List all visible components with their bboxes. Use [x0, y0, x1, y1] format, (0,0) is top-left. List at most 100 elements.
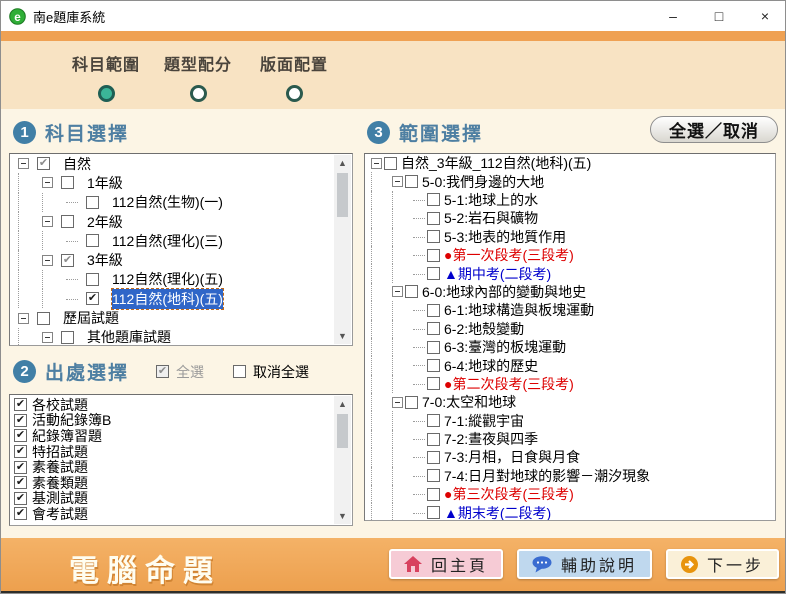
tree-item-label[interactable]: 自然_3年級_112自然(地科)(五)	[401, 153, 591, 173]
source-item-checkbox[interactable]: ✔	[14, 429, 27, 442]
source-item-checkbox[interactable]: ✔	[14, 398, 27, 411]
tree-item-label[interactable]: ▲期中考(二段考)	[444, 264, 551, 284]
tree-checkbox[interactable]	[427, 506, 440, 519]
tree-checkbox[interactable]	[427, 193, 440, 206]
scroll-up-icon[interactable]: ▲	[338, 155, 347, 171]
tree-item[interactable]: 其他題庫試題	[10, 328, 352, 346]
deselect-all-checkbox[interactable]	[233, 365, 246, 378]
tree-item-label[interactable]: 112自然(理化)(三)	[112, 231, 223, 251]
tree-item-label[interactable]: 112自然(理化)(五)	[112, 269, 223, 289]
tree-item[interactable]: ●第二次段考(三段考)	[365, 375, 775, 393]
tree-checkbox[interactable]	[427, 451, 440, 464]
tree-checkbox[interactable]	[86, 196, 99, 209]
tree-item[interactable]: 7-2:晝夜與四季	[365, 430, 775, 448]
tree-item[interactable]: 6-1:地球構造與板塊運動	[365, 301, 775, 319]
tree-item[interactable]: 自然_3年級_112自然(地科)(五)	[365, 154, 775, 172]
tree-item[interactable]: 112自然(理化)(五)	[10, 270, 352, 289]
tree-checkbox[interactable]	[427, 359, 440, 372]
tree-item-label[interactable]: 5-1:地球上的水	[444, 190, 538, 210]
tree-item-label[interactable]: 7-4:日月對地球的影響－潮汐現象	[444, 466, 650, 486]
help-button[interactable]: 輔助說明	[517, 549, 652, 579]
tree-checkbox[interactable]	[427, 433, 440, 446]
subject-tree-scrollbar[interactable]: ▲ ▼	[334, 155, 351, 344]
tree-item[interactable]: ●第三次段考(三段考)	[365, 485, 775, 503]
tree-item[interactable]: 2年級	[10, 212, 352, 231]
tree-item[interactable]: 6-3:臺灣的板塊運動	[365, 338, 775, 356]
maximize-button[interactable]: □	[709, 9, 729, 23]
source-item-checkbox[interactable]: ✔	[14, 492, 27, 505]
tree-item-label[interactable]: 112自然(生物)(一)	[112, 192, 223, 212]
tree-checkbox[interactable]	[86, 273, 99, 286]
scroll-up-icon[interactable]: ▲	[338, 396, 347, 412]
tree-item[interactable]: 7-4:日月對地球的影響－潮汐現象	[365, 467, 775, 485]
collapse-icon[interactable]	[42, 177, 53, 188]
tree-item-label[interactable]: 7-3:月相，日食與月食	[444, 447, 580, 467]
tree-item-label[interactable]: 6-3:臺灣的板塊運動	[444, 337, 566, 357]
minimize-button[interactable]: –	[663, 9, 683, 23]
tree-item-label[interactable]: 自然	[63, 154, 91, 174]
tree-item[interactable]: 歷屆試題	[10, 308, 352, 327]
source-item-checkbox[interactable]: ✔	[14, 476, 27, 489]
tree-item-label[interactable]: ●第一次段考(三段考)	[444, 245, 574, 265]
tree-item-label[interactable]: ●第二次段考(三段考)	[444, 374, 574, 394]
tree-item-label[interactable]: 2年級	[87, 212, 123, 232]
collapse-icon[interactable]	[18, 313, 29, 324]
collapse-icon[interactable]	[42, 216, 53, 227]
close-button[interactable]: ×	[755, 9, 775, 23]
tree-item[interactable]: ✔自然	[10, 154, 352, 173]
home-button[interactable]: 回主頁	[389, 549, 503, 579]
tree-checkbox[interactable]	[405, 285, 418, 298]
tree-checkbox[interactable]	[427, 230, 440, 243]
tree-item-label[interactable]: 112自然(地科)(五)	[112, 289, 223, 309]
tree-item[interactable]: 5-2:岩石與礦物	[365, 209, 775, 227]
source-item-checkbox[interactable]: ✔	[14, 461, 27, 474]
tree-item-label[interactable]: 5-0:我們身邊的大地	[422, 172, 544, 192]
tree-item[interactable]: ✔ 112自然(地科)(五)	[10, 289, 352, 308]
tree-item-label[interactable]: ▲期末考(二段考)	[444, 503, 551, 521]
tree-checkbox[interactable]	[427, 212, 440, 225]
tree-checkbox[interactable]	[384, 157, 397, 170]
tree-checkbox[interactable]: ✔	[86, 292, 99, 305]
tree-item[interactable]: ▲期末考(二段考)	[365, 503, 775, 521]
tree-checkbox[interactable]	[61, 176, 74, 189]
tree-item-label[interactable]: 歷屆試題	[63, 308, 119, 328]
tree-item[interactable]: ✔3年級	[10, 250, 352, 269]
tree-checkbox[interactable]	[427, 304, 440, 317]
tree-item[interactable]: ▲期中考(二段考)	[365, 264, 775, 282]
tree-checkbox[interactable]	[86, 234, 99, 247]
tree-checkbox[interactable]	[61, 215, 74, 228]
collapse-icon[interactable]	[371, 158, 382, 169]
collapse-icon[interactable]	[42, 255, 53, 266]
collapse-icon[interactable]	[392, 397, 403, 408]
tree-item-label[interactable]: 7-0:太空和地球	[422, 392, 516, 412]
collapse-icon[interactable]	[392, 176, 403, 187]
tree-item-label[interactable]: 6-2:地殼變動	[444, 319, 524, 339]
tree-item[interactable]: 5-0:我們身邊的大地	[365, 172, 775, 190]
source-item-checkbox[interactable]: ✔	[14, 507, 27, 520]
tree-checkbox[interactable]	[405, 396, 418, 409]
tree-checkbox[interactable]	[427, 488, 440, 501]
tree-item[interactable]: 7-3:月相，日食與月食	[365, 448, 775, 466]
source-list-item[interactable]: ✔會考試題	[10, 506, 352, 522]
tree-item-label[interactable]: 7-1:縱觀宇宙	[444, 411, 524, 431]
tree-item[interactable]: 6-2:地殼變動	[365, 320, 775, 338]
tree-item-label[interactable]: 其他題庫試題	[87, 327, 171, 346]
tree-item[interactable]: 112自然(生物)(一)	[10, 193, 352, 212]
collapse-icon[interactable]	[392, 286, 403, 297]
tree-item[interactable]: 5-3:地表的地質作用	[365, 228, 775, 246]
collapse-icon[interactable]	[42, 332, 53, 343]
tree-item-label[interactable]: ●第三次段考(三段考)	[444, 484, 574, 504]
tree-item-label[interactable]: 1年級	[87, 173, 123, 193]
tree-item[interactable]: 5-1:地球上的水	[365, 191, 775, 209]
select-all-checkbox[interactable]: ✔	[156, 365, 169, 378]
tree-item-label[interactable]: 6-0:地球內部的變動與地史	[422, 282, 586, 302]
tree-checkbox[interactable]	[405, 175, 418, 188]
select-all-toggle-button[interactable]: 全選／取消	[650, 116, 778, 143]
source-list-scrollbar[interactable]: ▲ ▼	[334, 396, 351, 524]
next-step-button[interactable]: 下一步	[666, 549, 779, 579]
tree-item-label[interactable]: 7-2:晝夜與四季	[444, 429, 538, 449]
tree-checkbox[interactable]	[427, 249, 440, 262]
tree-checkbox[interactable]	[37, 312, 50, 325]
tree-item[interactable]: ●第一次段考(三段考)	[365, 246, 775, 264]
tree-item[interactable]: 1年級	[10, 173, 352, 192]
